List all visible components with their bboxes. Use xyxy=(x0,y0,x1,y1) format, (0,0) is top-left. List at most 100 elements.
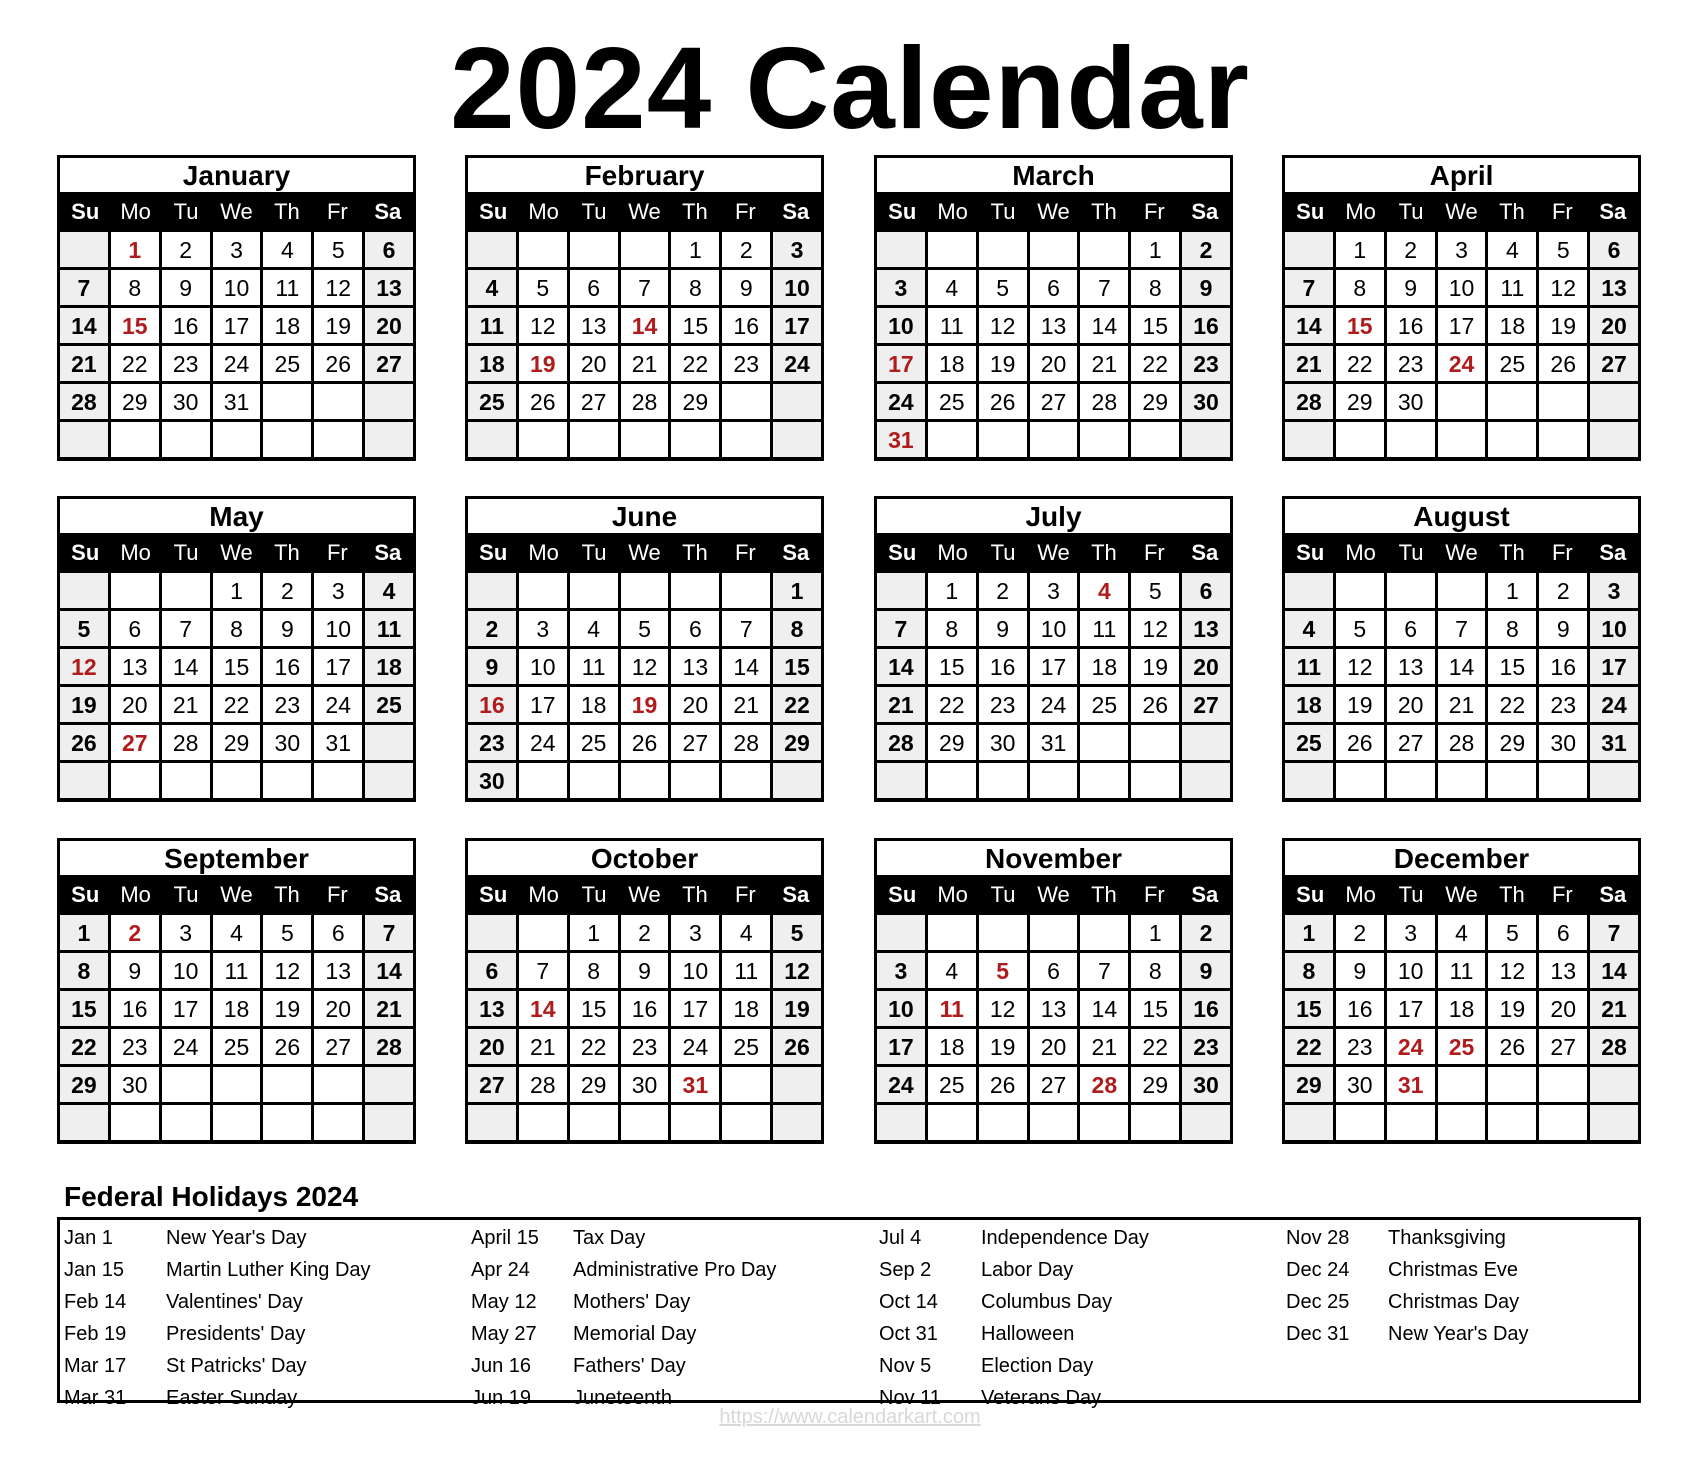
holiday-name: Halloween xyxy=(981,1323,1075,1345)
day-cell: 18 xyxy=(1488,308,1537,343)
day-cell-holiday: 24 xyxy=(1386,1029,1435,1064)
day-cell: 29 xyxy=(671,384,720,419)
holiday-name: New Year's Day xyxy=(166,1227,307,1249)
empty-day-cell xyxy=(773,1067,821,1102)
day-cell: 23 xyxy=(722,346,771,381)
day-cell-holiday: 31 xyxy=(877,422,925,457)
day-cell: 21 xyxy=(161,687,210,722)
day-cell-holiday: 31 xyxy=(1386,1067,1435,1102)
day-cell: 1 xyxy=(1285,915,1333,950)
day-cell: 26 xyxy=(314,346,363,381)
day-cell: 17 xyxy=(1437,308,1486,343)
empty-day-cell xyxy=(1539,763,1588,798)
day-cell: 22 xyxy=(1488,687,1537,722)
day-cell: 14 xyxy=(1285,308,1333,343)
day-cell: 9 xyxy=(1539,611,1588,646)
footer-url-link[interactable]: https://www.calendarkart.com xyxy=(0,1406,1700,1429)
day-cell: 4 xyxy=(569,611,618,646)
weekday-header-row: Su Mo Tu We Th Fr Sa xyxy=(468,533,821,573)
month-title: May xyxy=(60,499,413,533)
day-cell: 11 xyxy=(1285,649,1333,684)
weekday-label: Su xyxy=(71,199,100,224)
empty-day-cell xyxy=(722,1105,771,1140)
day-cell: 6 xyxy=(1182,573,1230,608)
weekday-label: Sa xyxy=(374,540,402,565)
empty-day-cell xyxy=(1590,1105,1638,1140)
day-cell: 2 xyxy=(1182,915,1230,950)
day-cell: 11 xyxy=(927,308,976,343)
weekday-label: Mo xyxy=(120,540,151,565)
weekday-label: We xyxy=(1445,882,1478,907)
day-cell: 23 xyxy=(468,725,516,760)
day-cell: 6 xyxy=(1029,953,1078,988)
day-cell-holiday: 15 xyxy=(110,308,159,343)
day-cell: 6 xyxy=(365,232,413,267)
holiday-row: May 12 Mothers' Day xyxy=(471,1286,871,1318)
empty-day-cell xyxy=(263,384,312,419)
weekday-label: Su xyxy=(888,199,917,224)
day-cell: 23 xyxy=(110,1029,159,1064)
day-cell: 15 xyxy=(569,991,618,1026)
day-cell: 16 xyxy=(110,991,159,1026)
empty-day-cell xyxy=(468,232,516,267)
day-cell: 7 xyxy=(365,915,413,950)
holiday-name: Columbus Day xyxy=(981,1291,1113,1313)
empty-day-cell xyxy=(161,1067,210,1102)
holiday-name: New Year's Day xyxy=(1388,1323,1529,1345)
weekday-label: Mo xyxy=(937,882,968,907)
day-cell: 18 xyxy=(1285,687,1333,722)
holiday-date: Dec 24 xyxy=(1286,1259,1350,1281)
day-cell: 10 xyxy=(1437,270,1486,305)
day-cell: 30 xyxy=(1335,1067,1384,1102)
day-cell: 30 xyxy=(1386,384,1435,419)
empty-day-cell xyxy=(1386,763,1435,798)
day-cell: 21 xyxy=(1437,687,1486,722)
day-cell-holiday: 17 xyxy=(877,346,925,381)
holiday-name: Fathers' Day xyxy=(573,1355,686,1377)
day-cell: 21 xyxy=(620,346,669,381)
weekday-label: Tu xyxy=(581,882,607,907)
empty-day-cell xyxy=(1590,1067,1638,1102)
weekday-label: Th xyxy=(1499,882,1525,907)
empty-day-cell xyxy=(1285,232,1333,267)
day-cell: 21 xyxy=(1080,346,1129,381)
day-cell: 19 xyxy=(263,991,312,1026)
day-cell: 17 xyxy=(161,991,210,1026)
day-cell: 17 xyxy=(518,687,567,722)
empty-day-cell xyxy=(1285,1105,1333,1140)
month-title: April xyxy=(1285,158,1638,192)
holiday-date: Oct 14 xyxy=(879,1291,938,1313)
empty-day-cell xyxy=(161,763,210,798)
holiday-name: Christmas Day xyxy=(1388,1291,1520,1313)
weekday-label: Sa xyxy=(782,882,810,907)
empty-day-cell xyxy=(877,1105,925,1140)
month-title: December xyxy=(1285,841,1638,875)
weekday-label: Th xyxy=(1499,199,1525,224)
holiday-date: Sep 2 xyxy=(879,1259,932,1281)
day-cell: 28 xyxy=(620,384,669,419)
weekday-label: We xyxy=(220,199,253,224)
weekday-label: Th xyxy=(682,882,708,907)
day-cell: 29 xyxy=(1335,384,1384,419)
day-cell: 25 xyxy=(927,1067,976,1102)
holiday-row: Mar 17 St Patricks' Day xyxy=(64,1350,464,1382)
day-cell: 8 xyxy=(1285,953,1333,988)
day-cell: 28 xyxy=(877,725,925,760)
holiday-row: Jun 16 Fathers' Day xyxy=(471,1350,871,1382)
day-cell: 18 xyxy=(722,991,771,1026)
day-cell: 16 xyxy=(1182,308,1230,343)
holiday-row: May 27 Memorial Day xyxy=(471,1318,871,1350)
day-cell: 27 xyxy=(671,725,720,760)
day-cell: 1 xyxy=(671,232,720,267)
day-cell: 4 xyxy=(927,270,976,305)
holidays-column: April 15 Tax Day Apr 24 Administrative Pro … xyxy=(471,1222,871,1414)
empty-day-cell xyxy=(1131,725,1180,760)
day-cell: 25 xyxy=(1488,346,1537,381)
day-cell: 12 xyxy=(314,270,363,305)
weekday-label: Fr xyxy=(1551,882,1573,907)
day-cell: 5 xyxy=(1131,573,1180,608)
empty-day-cell xyxy=(773,422,821,457)
day-cell: 24 xyxy=(671,1029,720,1064)
day-cell: 21 xyxy=(518,1029,567,1064)
empty-day-cell xyxy=(978,232,1027,267)
